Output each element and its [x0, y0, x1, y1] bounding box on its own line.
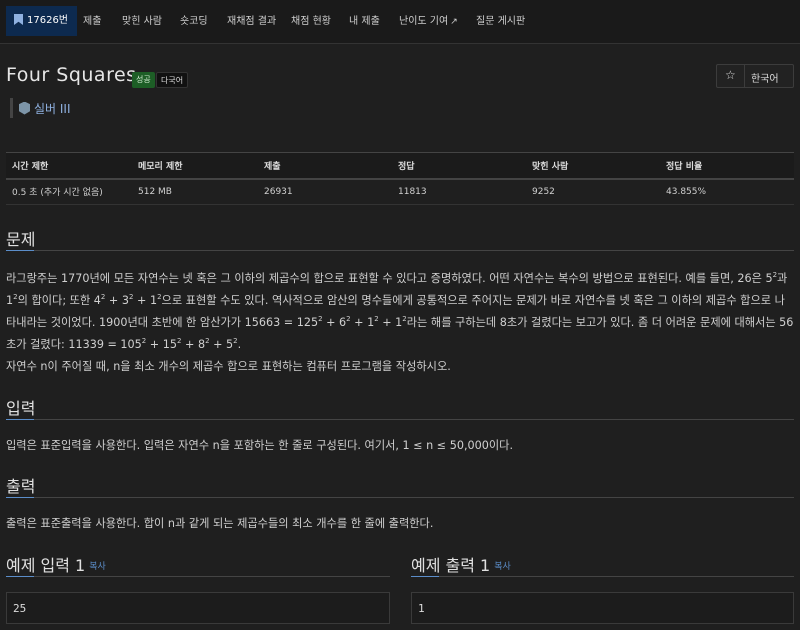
tab-solved-by[interactable]: 맞힌 사람 [122, 0, 162, 44]
info-cell: 43.855% [660, 178, 794, 205]
tab-problem[interactable]: 17626번 [6, 6, 78, 36]
info-header: 정답 비율 [660, 152, 794, 180]
problem-description: 라그랑주는 1770년에 모든 자연수는 넷 혹은 그 이하의 제곱수의 합으로… [6, 271, 794, 352]
info-header: 시간 제한 [6, 152, 132, 180]
multilang-badge: 다국어 [156, 72, 189, 88]
problem-info-table: 시간 제한 메모리 제한 제출 정답 맞힌 사람 정답 비율 0.5 초 (추가… [6, 152, 794, 205]
tab-submit[interactable]: 제출 [83, 0, 101, 44]
problem-id-label: 17626번 [27, 15, 69, 26]
copy-input-button[interactable]: 복사 [89, 562, 106, 572]
section-divider-accent [411, 576, 439, 577]
tab-judge-status[interactable]: 채점 현황 [291, 0, 331, 44]
section-divider [411, 576, 794, 577]
success-badge: 성공 [132, 72, 155, 88]
section-divider-accent [6, 419, 34, 420]
info-cell: 26931 [258, 178, 392, 205]
tab-my-submissions[interactable]: 내 제출 [349, 0, 380, 44]
section-divider [6, 419, 794, 420]
info-header-row: 시간 제한 메모리 제한 제출 정답 맞힌 사람 정답 비율 [6, 152, 794, 180]
info-header: 정답 [392, 152, 526, 180]
tab-qna[interactable]: 질문 게시판 [476, 0, 525, 44]
bookmark-icon [14, 14, 23, 25]
info-header: 맞힌 사람 [526, 152, 660, 180]
section-divider-accent [6, 250, 34, 251]
tab-difficulty[interactable]: 난이도 기여 ↗ [399, 0, 458, 44]
section-divider-accent [6, 497, 34, 498]
sample-output-title: 예제 출력 1 [411, 556, 491, 575]
info-cell: 11813 [392, 178, 526, 205]
divider [744, 65, 745, 87]
input-description: 입력은 표준입력을 사용한다. 입력은 자연수 n을 포함하는 한 줄로 구성된… [6, 439, 513, 452]
language-selector[interactable]: ☆ 한국어 [716, 64, 794, 88]
sample-input-title: 예제 입력 1 [6, 556, 86, 575]
section-heading-output: 출력 [6, 477, 36, 496]
problem-task: 자연수 n이 주어질 때, n을 최소 개수의 제곱수 합으로 표현하는 컴퓨터… [6, 360, 451, 373]
section-divider-accent [6, 576, 34, 577]
sample-input-box[interactable]: 25 [6, 592, 390, 624]
info-cell: 9252 [526, 178, 660, 205]
sample-input-heading: 예제 입력 1 복사 [6, 552, 106, 576]
info-cell: 512 MB [132, 178, 258, 205]
sample-output-box[interactable]: 1 [411, 592, 794, 624]
problem-title: Four Squares [6, 64, 137, 86]
tier-label: 실버 III [34, 101, 71, 116]
language-label: 한국어 [751, 74, 779, 85]
section-divider [6, 576, 390, 577]
star-icon[interactable]: ☆ [725, 68, 736, 82]
info-value-row: 0.5 초 (추가 시간 없음) 512 MB 26931 11813 9252… [6, 178, 794, 205]
difficulty-label: 난이도 기여 [399, 16, 449, 27]
info-cell: 0.5 초 (추가 시간 없음) [6, 178, 132, 205]
info-header: 제출 [258, 152, 392, 180]
section-heading-problem: 문제 [6, 230, 36, 249]
top-nav: 17626번 제출 맞힌 사람 숏코딩 재채점 결과 채점 현황 내 제출 난이… [0, 0, 800, 44]
info-header: 메모리 제한 [132, 152, 258, 180]
section-divider [6, 497, 794, 498]
output-description: 출력은 표준출력을 사용한다. 합이 n과 같게 되는 제곱수들의 최소 개수를… [6, 517, 434, 530]
tier-indicator[interactable]: 실버 III [10, 98, 71, 118]
section-heading-input: 입력 [6, 399, 36, 418]
copy-output-button[interactable]: 복사 [494, 562, 511, 572]
tab-short-coding[interactable]: 숏코딩 [180, 0, 208, 44]
sample-output-heading: 예제 출력 1 복사 [411, 552, 511, 576]
section-divider [6, 250, 794, 251]
tier-badge-icon [19, 101, 30, 115]
tab-rejudge-results[interactable]: 재채점 결과 [227, 0, 276, 44]
external-link-icon: ↗ [450, 17, 458, 27]
